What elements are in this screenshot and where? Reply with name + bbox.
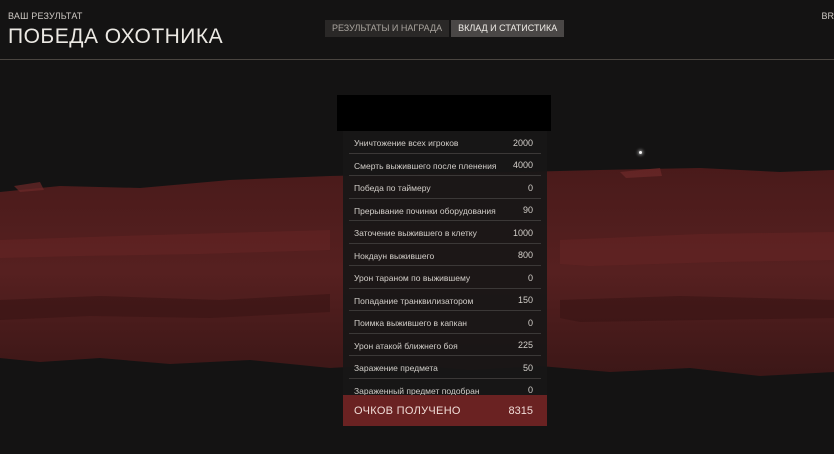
stat-row: Победа по таймеру 0 [343, 176, 547, 199]
stats-list: Уничтожение всех игроков 2000 Смерть выжи… [343, 131, 547, 401]
stat-row: Прерывание починки оборудования 90 [343, 199, 547, 221]
stat-value: 0 [527, 317, 533, 328]
stat-label: Победа по таймеру [354, 183, 431, 193]
stat-value: 90 [522, 205, 533, 215]
stat-label: Попадание транквилизатором [354, 295, 474, 306]
result-subtitle: ВАШ РЕЗУЛЬТАТ [8, 11, 83, 21]
stat-label: Заточение выжившего в клетку [354, 228, 477, 238]
light-spark [639, 151, 642, 154]
stat-row: Поимка выжившего в капкан 0 [343, 311, 547, 334]
stat-value: 0 [527, 385, 533, 395]
panel-header-redacted [337, 95, 551, 131]
stat-label: Прерывание починки оборудования [354, 205, 496, 216]
header-divider [0, 59, 834, 60]
stat-value: 800 [517, 250, 533, 260]
stat-label: Поимка выжившего в капкан [354, 318, 467, 328]
tab-results-reward[interactable]: РЕЗУЛЬТАТЫ И НАГРАДА [325, 20, 450, 37]
stat-label: Зараженный предмет подобран [354, 385, 480, 396]
page-title: ПОБЕДА ОХОТНИКА [8, 25, 224, 48]
stat-label: Урон атакой ближнего боя [354, 340, 458, 351]
stat-label: Урон тараном по выжившему [354, 273, 471, 283]
stat-row: Смерть выжившего после пленения 4000 [343, 154, 547, 176]
stat-value: 4000 [512, 160, 533, 170]
stat-label: Смерть выжившего после пленения [354, 160, 497, 171]
stat-value: 225 [517, 340, 533, 350]
total-points-bar: ОЧКОВ ПОЛУЧЕНО 8315 [343, 395, 547, 426]
total-value: 8315 [508, 405, 533, 417]
stat-row: Урон тараном по выжившему 0 [343, 266, 547, 289]
stat-row: Урон атакой ближнего боя 225 [343, 334, 547, 356]
stat-value: 150 [517, 295, 533, 305]
stat-row: Заражение предмета 50 [343, 356, 547, 379]
header-right-label: BR [821, 11, 834, 21]
tab-bar: РЕЗУЛЬТАТЫ И НАГРАДА ВКЛАД И СТАТИСТИКА [325, 20, 565, 37]
stats-panel: Уничтожение всех игроков 2000 Смерть выжи… [337, 95, 551, 426]
stat-value: 0 [527, 272, 533, 283]
stat-value: 1000 [512, 227, 533, 238]
stat-label: Нокдаун выжившего [354, 250, 435, 261]
stat-value: 50 [522, 362, 533, 373]
stat-label: Заражение предмета [354, 363, 438, 373]
stat-row: Нокдаун выжившего 800 [343, 244, 547, 266]
results-screen: ВАШ РЕЗУЛЬТАТ ПОБЕДА ОХОТНИКА BR РЕЗУЛЬТ… [0, 0, 834, 454]
stat-value: 0 [527, 182, 533, 193]
total-label: ОЧКОВ ПОЛУЧЕНО [354, 405, 461, 417]
stat-row: Заточение выжившего в клетку 1000 [343, 221, 547, 244]
header: ВАШ РЕЗУЛЬТАТ ПОБЕДА ОХОТНИКА BR РЕЗУЛЬТ… [0, 0, 834, 60]
tab-contribution-stats[interactable]: ВКЛАД И СТАТИСТИКА [451, 20, 565, 37]
stat-label: Уничтожение всех игроков [354, 138, 459, 148]
stat-row: Попадание транквилизатором 150 [343, 289, 547, 311]
stat-value: 2000 [512, 137, 533, 148]
stat-row: Уничтожение всех игроков 2000 [343, 131, 547, 154]
